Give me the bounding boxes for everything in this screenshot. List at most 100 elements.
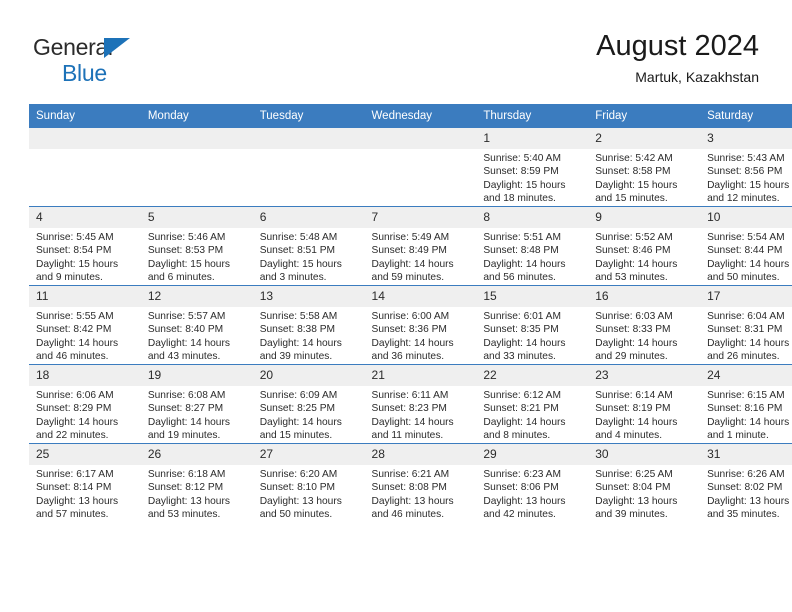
calendar-day-cell[interactable]: 16 Sunrise: 6:03 AM Sunset: 8:33 PM Dayligh… [588, 285, 701, 365]
calendar-day-cell[interactable]: 27 Sunrise: 6:20 AM Sunset: 8:10 PM Dayligh… [252, 443, 365, 522]
day-number [140, 128, 253, 149]
day-sun-info: Sunrise: 5:43 AM Sunset: 8:56 PM Daylight:… [700, 149, 792, 205]
day-number: 31 [700, 444, 792, 465]
sunrise-time: Sunrise: 6:00 AM [371, 311, 450, 322]
day-sun-info: Sunrise: 6:14 AM Sunset: 8:19 PM Daylight:… [588, 386, 700, 442]
daylight-minutes: and 1 minute. [707, 429, 769, 441]
calendar-day-cell[interactable]: 30 Sunrise: 6:25 AM Sunset: 8:04 PM Dayligh… [588, 443, 701, 522]
day-sun-info: Sunrise: 6:18 AM Sunset: 8:12 PM Daylight:… [141, 465, 253, 521]
general-blue-logo[interactable]: General Blue [33, 36, 130, 86]
sunrise-time: Sunrise: 6:15 AM [707, 390, 785, 401]
calendar-day-cell[interactable]: 11 Sunrise: 5:55 AM Sunset: 8:42 PM Dayligh… [29, 285, 141, 365]
calendar-day-cell[interactable]: 9 Sunrise: 5:52 AM Sunset: 8:46 PM Daylight… [588, 206, 701, 286]
calendar-day-cell[interactable]: 26 Sunrise: 6:18 AM Sunset: 8:12 PM Dayligh… [140, 443, 253, 522]
daylight-minutes: and 12 minutes. [707, 192, 780, 204]
calendar-day-cell[interactable]: 10 Sunrise: 5:54 AM Sunset: 8:44 PM Dayligh… [700, 206, 792, 286]
day-sun-info: Sunrise: 6:01 AM Sunset: 8:35 PM Daylight:… [476, 307, 588, 363]
sunset-time: Sunset: 8:36 PM [371, 324, 447, 336]
daylight-hours: Daylight: 14 hours [483, 416, 566, 428]
day-number [29, 128, 141, 149]
day-sun-info: Sunrise: 5:46 AM Sunset: 8:53 PM Daylight:… [141, 228, 253, 284]
sunrise-time: Sunrise: 6:21 AM [371, 469, 450, 480]
calendar-day-cell[interactable]: 24 Sunrise: 6:15 AM Sunset: 8:16 PM Dayligh… [700, 364, 792, 444]
sunrise-time: Sunrise: 6:18 AM [147, 469, 226, 480]
sunset-time: Sunset: 8:12 PM [147, 482, 224, 494]
sunset-time: Sunset: 8:35 PM [483, 324, 559, 336]
daylight-minutes: and 26 minutes. [707, 350, 780, 362]
calendar-day-cell[interactable]: 6 Sunrise: 5:48 AM Sunset: 8:51 PM Daylight… [252, 206, 365, 286]
calendar-day-cell[interactable]: 25 Sunrise: 6:17 AM Sunset: 8:14 PM Dayligh… [29, 443, 141, 522]
calendar-day-cell[interactable]: 15 Sunrise: 6:01 AM Sunset: 8:35 PM Dayligh… [476, 285, 589, 365]
day-number: 5 [140, 207, 253, 228]
calendar-day-cell[interactable]: 7 Sunrise: 5:49 AM Sunset: 8:49 PM Daylight… [364, 206, 477, 286]
daylight-hours: Daylight: 13 hours [483, 495, 566, 507]
day-sun-info: Sunrise: 5:48 AM Sunset: 8:51 PM Daylight:… [253, 228, 365, 284]
calendar-day-cell[interactable]: 20 Sunrise: 6:09 AM Sunset: 8:25 PM Dayligh… [252, 364, 365, 444]
sunset-time: Sunset: 8:25 PM [259, 403, 336, 415]
calendar-day-cell[interactable]: 19 Sunrise: 6:08 AM Sunset: 8:27 PM Dayligh… [140, 364, 253, 444]
calendar-day-cell[interactable]: 8 Sunrise: 5:51 AM Sunset: 8:48 PM Daylight… [476, 206, 589, 286]
sunset-time: Sunset: 8:04 PM [595, 482, 671, 494]
day-sun-info: Sunrise: 6:06 AM Sunset: 8:29 PM Daylight:… [29, 386, 141, 442]
day-number: 25 [29, 444, 141, 465]
page-header: General Blue August 2024 Martuk, Kazakhs… [0, 0, 792, 104]
daylight-hours: Daylight: 15 hours [707, 179, 790, 191]
calendar-day-cell[interactable]: 4 Sunrise: 5:45 AM Sunset: 8:54 PM Daylight… [29, 206, 141, 286]
calendar-day-cell[interactable]: 2 Sunrise: 5:42 AM Sunset: 8:58 PM Daylight… [588, 128, 701, 207]
sunrise-time: Sunrise: 6:14 AM [595, 390, 673, 401]
calendar-week-row: 11 Sunrise: 5:55 AM Sunset: 8:42 PM Dayligh… [29, 285, 792, 365]
day-sun-info: Sunrise: 5:42 AM Sunset: 8:58 PM Daylight:… [588, 149, 700, 205]
day-sun-info: Sunrise: 5:40 AM Sunset: 8:59 PM Daylight:… [476, 149, 588, 205]
sunrise-time: Sunrise: 5:55 AM [36, 311, 114, 322]
daylight-hours: Daylight: 14 hours [36, 337, 119, 349]
triangle-icon [104, 38, 130, 58]
daylight-hours: Daylight: 15 hours [259, 258, 342, 270]
calendar-day-cell[interactable]: 18 Sunrise: 6:06 AM Sunset: 8:29 PM Dayligh… [29, 364, 141, 444]
daylight-hours: Daylight: 14 hours [371, 258, 454, 270]
day-number: 16 [588, 286, 701, 307]
calendar-day-cell[interactable]: 13 Sunrise: 5:58 AM Sunset: 8:38 PM Dayligh… [252, 285, 365, 365]
sunset-time: Sunset: 8:21 PM [483, 403, 559, 415]
calendar-day-cell[interactable]: 29 Sunrise: 6:23 AM Sunset: 8:06 PM Dayligh… [476, 443, 589, 522]
calendar-day-cell[interactable]: 1 Sunrise: 5:40 AM Sunset: 8:59 PM Daylight… [476, 128, 589, 207]
calendar-day-cell[interactable]: 17 Sunrise: 6:04 AM Sunset: 8:31 PM Dayligh… [700, 285, 792, 365]
sunset-time: Sunset: 8:59 PM [483, 166, 559, 178]
daylight-minutes: and 46 minutes. [371, 508, 445, 520]
weekday-header-thursday: Thursday [476, 104, 589, 128]
calendar-day-cell[interactable]: 23 Sunrise: 6:14 AM Sunset: 8:19 PM Dayligh… [588, 364, 701, 444]
daylight-hours: Daylight: 14 hours [36, 416, 119, 428]
sunrise-time: Sunrise: 5:54 AM [707, 232, 785, 243]
daylight-minutes: and 36 minutes. [371, 350, 445, 362]
daylight-hours: Daylight: 14 hours [707, 337, 790, 349]
sunset-time: Sunset: 8:02 PM [707, 482, 783, 494]
calendar-week-row: 18 Sunrise: 6:06 AM Sunset: 8:29 PM Dayligh… [29, 364, 792, 444]
daylight-hours: Daylight: 15 hours [147, 258, 230, 270]
sunrise-time: Sunrise: 5:49 AM [371, 232, 450, 243]
calendar-day-cell-empty [252, 128, 365, 207]
calendar-day-cell[interactable]: 22 Sunrise: 6:12 AM Sunset: 8:21 PM Dayligh… [476, 364, 589, 444]
day-sun-info: Sunrise: 5:51 AM Sunset: 8:48 PM Daylight:… [476, 228, 588, 284]
daylight-minutes: and 57 minutes. [36, 508, 109, 520]
day-number: 21 [364, 365, 477, 386]
daylight-minutes: and 29 minutes. [595, 350, 668, 362]
calendar-day-cell[interactable]: 21 Sunrise: 6:11 AM Sunset: 8:23 PM Dayligh… [364, 364, 477, 444]
calendar-day-cell[interactable]: 12 Sunrise: 5:57 AM Sunset: 8:40 PM Dayligh… [140, 285, 253, 365]
sunrise-time: Sunrise: 6:17 AM [36, 469, 114, 480]
sunrise-time: Sunrise: 6:25 AM [595, 469, 673, 480]
logo-blue-label: Blue [62, 60, 107, 86]
calendar-day-cell[interactable]: 14 Sunrise: 6:00 AM Sunset: 8:36 PM Dayligh… [364, 285, 477, 365]
sunrise-time: Sunrise: 6:12 AM [483, 390, 561, 401]
daylight-hours: Daylight: 14 hours [483, 258, 566, 270]
day-number: 17 [700, 286, 792, 307]
calendar-day-cell[interactable]: 31 Sunrise: 6:26 AM Sunset: 8:02 PM Dayligh… [700, 443, 792, 522]
calendar-body: 1 Sunrise: 5:40 AM Sunset: 8:59 PM Daylight… [29, 128, 792, 522]
daylight-hours: Daylight: 14 hours [483, 337, 566, 349]
calendar-day-cell[interactable]: 5 Sunrise: 5:46 AM Sunset: 8:53 PM Daylight… [140, 206, 253, 286]
calendar-day-cell[interactable]: 28 Sunrise: 6:21 AM Sunset: 8:08 PM Dayligh… [364, 443, 477, 522]
sunset-time: Sunset: 8:23 PM [371, 403, 447, 415]
sunset-time: Sunset: 8:16 PM [707, 403, 783, 415]
daylight-minutes: and 9 minutes. [36, 271, 103, 283]
daylight-minutes: and 19 minutes. [147, 429, 221, 441]
daylight-minutes: and 15 minutes. [259, 429, 333, 441]
calendar-day-cell[interactable]: 3 Sunrise: 5:43 AM Sunset: 8:56 PM Daylight… [700, 128, 792, 207]
